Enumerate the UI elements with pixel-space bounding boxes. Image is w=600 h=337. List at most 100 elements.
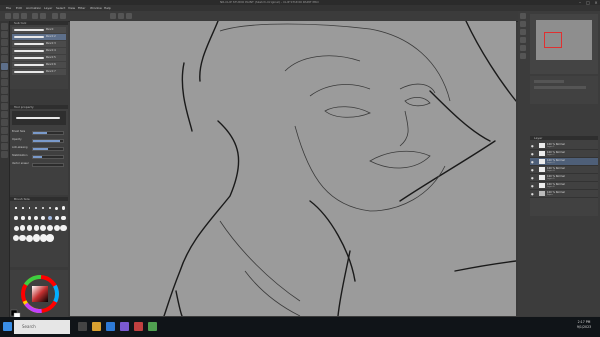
brush-size-preset[interactable] bbox=[34, 216, 39, 220]
brush-size-preset[interactable] bbox=[55, 206, 59, 210]
slider[interactable] bbox=[32, 163, 64, 167]
visibility-eye-icon[interactable]: ● bbox=[531, 176, 534, 180]
brush-size-preset[interactable] bbox=[35, 206, 38, 210]
brush-item[interactable]: Pencil 3 bbox=[12, 41, 66, 47]
visibility-eye-icon[interactable]: ● bbox=[531, 192, 534, 196]
pencil-tool-icon[interactable] bbox=[1, 63, 8, 70]
snap-icon[interactable] bbox=[110, 13, 116, 19]
blend-tool-icon[interactable] bbox=[1, 95, 8, 102]
brush-size-preset[interactable] bbox=[20, 225, 26, 231]
layer-row[interactable]: ● 100 % Normal Layer 6 bbox=[530, 182, 598, 190]
visibility-eye-icon[interactable]: ● bbox=[531, 160, 534, 164]
layer-property-item[interactable] bbox=[534, 80, 564, 83]
brush-size-preset[interactable] bbox=[42, 206, 45, 210]
panel-tab-icon[interactable] bbox=[520, 37, 526, 43]
slider[interactable] bbox=[32, 139, 64, 143]
panel-tab-icon[interactable] bbox=[520, 21, 526, 27]
visibility-eye-icon[interactable]: ● bbox=[531, 168, 534, 172]
undo-icon[interactable] bbox=[32, 13, 38, 19]
brush-size-preset[interactable] bbox=[54, 215, 60, 221]
panel-tab-icon[interactable] bbox=[520, 29, 526, 35]
visibility-eye-icon[interactable]: ● bbox=[531, 144, 534, 148]
panel-tab-icon[interactable] bbox=[520, 53, 526, 59]
brush-size-preset[interactable] bbox=[27, 216, 32, 220]
navigator-view-frame[interactable] bbox=[544, 32, 562, 48]
brush-item[interactable]: Pencil 5 bbox=[12, 55, 66, 61]
panel-tab-icon[interactable] bbox=[520, 45, 526, 51]
canvas[interactable] bbox=[70, 21, 516, 316]
brush-size-preset[interactable] bbox=[47, 215, 53, 221]
balloon-tool-icon[interactable] bbox=[1, 143, 8, 150]
brush-item[interactable]: Pencil 2 bbox=[12, 34, 66, 40]
brush-size-preset[interactable] bbox=[14, 216, 18, 220]
slider[interactable] bbox=[32, 155, 64, 159]
brush-item[interactable]: Pencil bbox=[12, 27, 66, 33]
browser-icon[interactable] bbox=[106, 322, 115, 331]
color-wheel[interactable] bbox=[10, 270, 68, 320]
menu-file[interactable]: File bbox=[6, 6, 11, 10]
brush-size-preset[interactable] bbox=[13, 225, 19, 231]
menu-help[interactable]: Help bbox=[104, 6, 111, 10]
clear-icon[interactable] bbox=[52, 13, 58, 19]
menu-animation[interactable]: Animation bbox=[26, 6, 41, 10]
zoom-tool-icon[interactable] bbox=[1, 23, 8, 30]
brush-size-preset[interactable] bbox=[21, 216, 25, 220]
menu-window[interactable]: Window bbox=[90, 6, 102, 10]
layer-row[interactable]: ● 100 % Normal Layer 4 bbox=[530, 166, 598, 174]
app-icon[interactable] bbox=[134, 322, 143, 331]
menu-edit[interactable]: Edit bbox=[16, 6, 22, 10]
move-tool-icon[interactable] bbox=[1, 31, 8, 38]
brush-size-preset[interactable] bbox=[48, 206, 52, 210]
windows-start-icon[interactable] bbox=[3, 322, 12, 331]
brush-size-preset[interactable] bbox=[40, 225, 47, 231]
layer-row[interactable]: ● 100 % Normal Layer 3 bbox=[530, 158, 598, 166]
text-tool-icon[interactable] bbox=[1, 135, 8, 142]
brush-item[interactable]: Pencil 6 bbox=[12, 62, 66, 68]
brush-size-preset[interactable] bbox=[26, 225, 33, 231]
clock[interactable]: 2:17 PM 9/1/2023 bbox=[572, 320, 596, 330]
airbrush-tool-icon[interactable] bbox=[1, 79, 8, 86]
fill-tool-icon[interactable] bbox=[1, 103, 8, 110]
panel-tab-icon[interactable] bbox=[520, 13, 526, 19]
transform-icon[interactable] bbox=[60, 13, 66, 19]
gradient-tool-icon[interactable] bbox=[1, 111, 8, 118]
task-view-icon[interactable] bbox=[78, 322, 87, 331]
slider[interactable] bbox=[32, 147, 64, 151]
brush-item[interactable]: Pencil 4 bbox=[12, 48, 66, 54]
slider[interactable] bbox=[32, 131, 64, 135]
visibility-eye-icon[interactable]: ● bbox=[531, 184, 534, 188]
frame-tool-icon[interactable] bbox=[1, 127, 8, 134]
layer-row[interactable]: ● 100 % Normal Layer 5 bbox=[530, 174, 598, 182]
navigator-thumbnail[interactable] bbox=[536, 20, 592, 60]
brush-size-preset[interactable] bbox=[32, 234, 40, 242]
eraser-tool-icon[interactable] bbox=[1, 87, 8, 94]
brush-size-preset[interactable] bbox=[46, 234, 54, 242]
correct-line-tool-icon[interactable] bbox=[1, 151, 8, 158]
ruler-icon[interactable] bbox=[118, 13, 124, 19]
brush-size-preset[interactable] bbox=[61, 215, 66, 221]
prop-stabilization[interactable]: Stabilization bbox=[12, 153, 66, 159]
save-icon[interactable] bbox=[21, 13, 27, 19]
menu-view[interactable]: View bbox=[68, 6, 75, 10]
brush-size-preset[interactable] bbox=[15, 207, 17, 209]
eyedropper-tool-icon[interactable] bbox=[1, 55, 8, 62]
brush-size-preset[interactable] bbox=[33, 225, 40, 231]
brush-size-preset[interactable] bbox=[47, 225, 53, 231]
layer-property-item[interactable] bbox=[534, 86, 586, 89]
layer-row[interactable]: ● 100 % Normal Paper bbox=[530, 190, 598, 198]
brush-size-preset[interactable] bbox=[53, 224, 60, 232]
menu-select[interactable]: Select bbox=[56, 6, 65, 10]
operation-tool-icon[interactable] bbox=[1, 39, 8, 46]
brush-size-preset[interactable] bbox=[62, 206, 66, 210]
new-file-icon[interactable] bbox=[5, 13, 11, 19]
menu-layer[interactable]: Layer bbox=[44, 6, 52, 10]
layer-row[interactable]: ● 100 % Normal Layer 1 bbox=[530, 142, 598, 150]
app-icon[interactable] bbox=[120, 322, 129, 331]
menu-filter[interactable]: Filter bbox=[78, 6, 85, 10]
saturation-value-square[interactable] bbox=[32, 286, 48, 302]
brush-item[interactable]: Pencil 7 bbox=[12, 69, 66, 75]
prop-brush-size[interactable]: Brush Size bbox=[12, 129, 66, 135]
prop-vector-eraser[interactable]: Vector eraser bbox=[12, 161, 66, 167]
clip-studio-taskbar-icon[interactable] bbox=[148, 322, 157, 331]
sketch-drawing[interactable] bbox=[70, 21, 516, 316]
